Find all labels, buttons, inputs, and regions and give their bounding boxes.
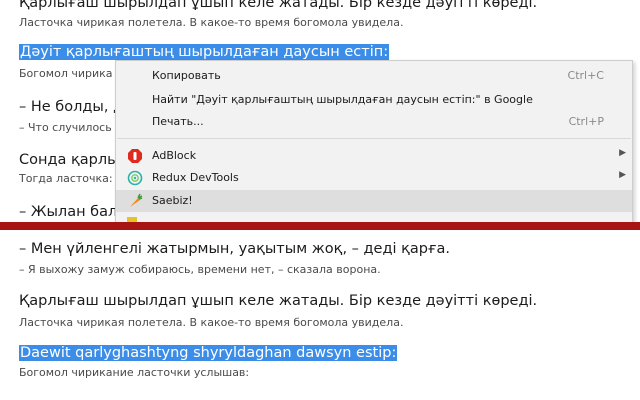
menu-item-label: Найти "Дәуіт қарлығаштың шырылдаған даус…	[152, 93, 533, 106]
menu-item-saebiz[interactable]: Saebiz!	[116, 190, 632, 212]
adblock-icon	[128, 149, 142, 163]
screenshot-divider	[0, 222, 640, 230]
selected-text[interactable]: Дәуіт қарлығаштың шырылдаған даусын есті…	[19, 44, 390, 60]
menu-item-label: Печать...	[152, 115, 204, 128]
menu-item-label: Копировать	[152, 69, 221, 82]
bottom-document-panel: – Мен үйленгелі жатырмын, уақытым жоқ, –…	[0, 230, 640, 400]
paragraph-line: – Мен үйленгелі жатырмын, уақытым жоқ, –…	[19, 241, 451, 257]
paragraph-line: Сонда қарлы	[19, 152, 119, 168]
menu-item-label: Saebiz!	[152, 194, 193, 207]
carrot-icon	[130, 193, 143, 207]
menu-item-redux-devtools[interactable]: Redux DevTools ▶	[116, 167, 632, 189]
top-document-panel: Қарлығаш шырылдап ұшып келе жатады. Бір …	[0, 0, 640, 222]
translation-line: – Что случилось	[19, 121, 112, 134]
translation-line: Тогда ласточка:	[19, 172, 113, 185]
menu-item-copy[interactable]: Копировать Ctrl+C	[116, 65, 632, 87]
submenu-arrow-icon: ▶	[619, 148, 626, 158]
submenu-arrow-icon: ▶	[619, 170, 626, 180]
context-menu: Копировать Ctrl+C Найти "Дәуіт қарлығашт…	[115, 60, 633, 222]
translation-line: Ласточка чирикая полетела. В какое-то вр…	[19, 316, 404, 329]
translation-line: Богомол чирикание ласточки услышав:	[19, 366, 250, 379]
translation-line: Богомол чирика	[19, 67, 113, 80]
redux-devtools-icon	[127, 170, 143, 186]
menu-item-partial[interactable]	[116, 213, 632, 222]
shortcut-label: Ctrl+P	[568, 115, 604, 128]
paragraph-line: Қарлығаш шырылдап ұшып келе жатады. Бір …	[19, 0, 538, 11]
menu-item-label: Redux DevTools	[152, 171, 239, 184]
menu-item-search-google[interactable]: Найти "Дәуіт қарлығаштың шырылдаған даус…	[116, 89, 632, 111]
translation-line: Ласточка чирикая полетела. В какое-то вр…	[19, 16, 404, 29]
paragraph-line: Қарлығаш шырылдап ұшып келе жатады. Бір …	[19, 293, 538, 309]
menu-item-print[interactable]: Печать... Ctrl+P	[116, 111, 632, 133]
selection-highlight[interactable]: Дәуіт қарлығаштың шырылдаған даусын есті…	[19, 44, 390, 60]
selection-highlight[interactable]: Daewit qarlyghashtyng shyryldaghan dawsy…	[19, 345, 398, 361]
paragraph-line: – Не болды, д	[19, 99, 124, 115]
translation-line: – Я выхожу замуж собираюсь, времени нет,…	[19, 263, 381, 276]
selected-text[interactable]: Daewit qarlyghashtyng shyryldaghan dawsy…	[19, 345, 398, 361]
menu-item-label: AdBlock	[152, 149, 197, 162]
menu-item-adblock[interactable]: AdBlock ▶	[116, 145, 632, 167]
shortcut-label: Ctrl+C	[567, 69, 604, 82]
paragraph-line: – Жылан бала	[19, 204, 127, 220]
menu-separator	[117, 138, 631, 139]
